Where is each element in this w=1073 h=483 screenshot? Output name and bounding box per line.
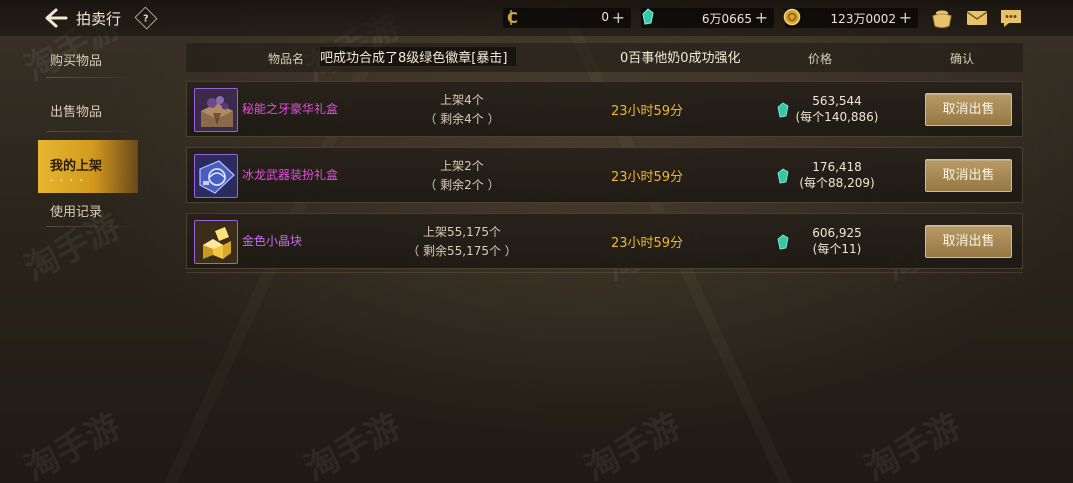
broadcast-message-2: 0百事他奶0成功强化 (620, 51, 741, 66)
table-row: 秘能之牙豪华礼盒 上架4个 （ 剩余4个 ） 23小时59分 563,544 (… (186, 81, 1023, 137)
sidebar-item-buy[interactable]: 购买物品 (38, 40, 138, 86)
price: 176,418 (每个88,209) (777, 159, 897, 191)
sidebar-item-history[interactable]: 使用记录 (38, 193, 138, 235)
pot-icon[interactable] (929, 6, 955, 30)
broadcast-marquee: 吧成功合成了8级绿色徽章[暴击] 0百事他奶0成功强化 (320, 43, 750, 69)
time-remaining: 23小时59分 (610, 170, 684, 185)
gift-box-icon (194, 88, 238, 132)
mail-icon[interactable] (964, 6, 990, 30)
gold-coin-icon (781, 6, 803, 28)
column-header-confirm: 确认 (950, 52, 975, 66)
gold-value: 123万0002 (830, 12, 896, 26)
svg-text:C: C (507, 9, 518, 27)
sidebar-item-label: 使用记录 (50, 205, 103, 220)
item-name: 冰龙武器装扮礼盒 (242, 168, 339, 182)
table-row: 冰龙武器装扮礼盒 上架2个 （ 剩余2个 ） 23小时59分 176,418 (… (186, 147, 1023, 203)
watermark: 淘手游 (298, 405, 408, 483)
column-header-price: 价格 (808, 52, 833, 66)
sidebar-item-sell[interactable]: 出售物品 (38, 86, 138, 140)
item-name: 秘能之牙豪华礼盒 (242, 102, 339, 116)
gift-box-icon (194, 154, 238, 198)
watermark: 淘手游 (858, 405, 968, 483)
c-coin-value: 0 (601, 10, 609, 24)
sidebar-item-my-listings[interactable]: 我的上架 · · · · (38, 140, 138, 193)
watermark: 淘手游 (578, 405, 688, 483)
sidebar-item-label: 出售物品 (50, 105, 103, 120)
help-icon[interactable]: ? (134, 6, 158, 30)
active-dots: · · · · (50, 176, 85, 185)
price: 563,544 (每个140,886) (777, 93, 897, 125)
add-c-coin-button[interactable]: + (612, 8, 625, 27)
currency-gold: 123万0002 + (783, 8, 918, 28)
price-each: (每个11) (812, 242, 862, 256)
quantity-remaining: （ 剩余55,175个 ） (407, 244, 517, 258)
chat-icon[interactable] (998, 6, 1024, 30)
page-title: 拍卖行 (76, 10, 122, 28)
sidebar-item-label: 我的上架 (50, 159, 103, 174)
cancel-sale-button[interactable]: 取消出售 (925, 93, 1012, 126)
c-coin-icon: C (499, 6, 521, 28)
price: 606,925 (每个11) (777, 225, 897, 257)
help-label: ? (143, 12, 149, 24)
quantity-remaining: （ 剩余2个 ） (424, 178, 500, 192)
add-gem-button[interactable]: + (755, 8, 768, 27)
table-row: 金色小晶块 上架55,175个 （ 剩余55,175个 ） 23小时59分 60… (186, 213, 1023, 269)
top-bar: 拍卖行 ? C 0 + 6万0665 + 123万0002 + (0, 0, 1073, 36)
gem-value: 6万0665 (701, 12, 752, 26)
divider (186, 272, 1023, 273)
price-each: (每个88,209) (799, 176, 875, 190)
sidebar: 购买物品 出售物品 我的上架 · · · · 使用记录 (38, 40, 138, 235)
price-each: (每个140,886) (795, 110, 879, 124)
gold-crystal-icon (194, 220, 238, 264)
column-header-name: 物品名 (268, 52, 305, 66)
quantity-listed: 上架2个 (440, 159, 484, 173)
price-total: 606,925 (812, 226, 862, 240)
currency-gem: 6万0665 + (641, 8, 774, 28)
broadcast-message-1: 吧成功合成了8级绿色徽章[暴击] (320, 47, 516, 66)
price-total: 176,418 (812, 160, 862, 174)
back-arrow-icon[interactable] (44, 7, 68, 29)
gem-icon (637, 6, 659, 28)
currency-c-coin: C 0 + (503, 8, 631, 28)
quantity-listed: 上架4个 (440, 93, 484, 107)
quantity-remaining: （ 剩余4个 ） (424, 112, 500, 126)
cancel-sale-button[interactable]: 取消出售 (925, 225, 1012, 258)
time-remaining: 23小时59分 (610, 236, 684, 251)
time-remaining: 23小时59分 (610, 104, 684, 119)
add-gold-button[interactable]: + (899, 8, 912, 27)
listing-quantity: 上架2个 （ 剩余2个 ） (387, 157, 537, 195)
sidebar-item-label: 购买物品 (50, 54, 103, 69)
quantity-listed: 上架55,175个 (423, 225, 501, 239)
watermark: 淘手游 (18, 405, 128, 483)
item-name: 金色小晶块 (242, 234, 303, 248)
price-total: 563,544 (812, 94, 862, 108)
listing-quantity: 上架4个 （ 剩余4个 ） (387, 91, 537, 129)
cancel-sale-button[interactable]: 取消出售 (925, 159, 1012, 192)
listing-quantity: 上架55,175个 （ 剩余55,175个 ） (387, 223, 537, 261)
